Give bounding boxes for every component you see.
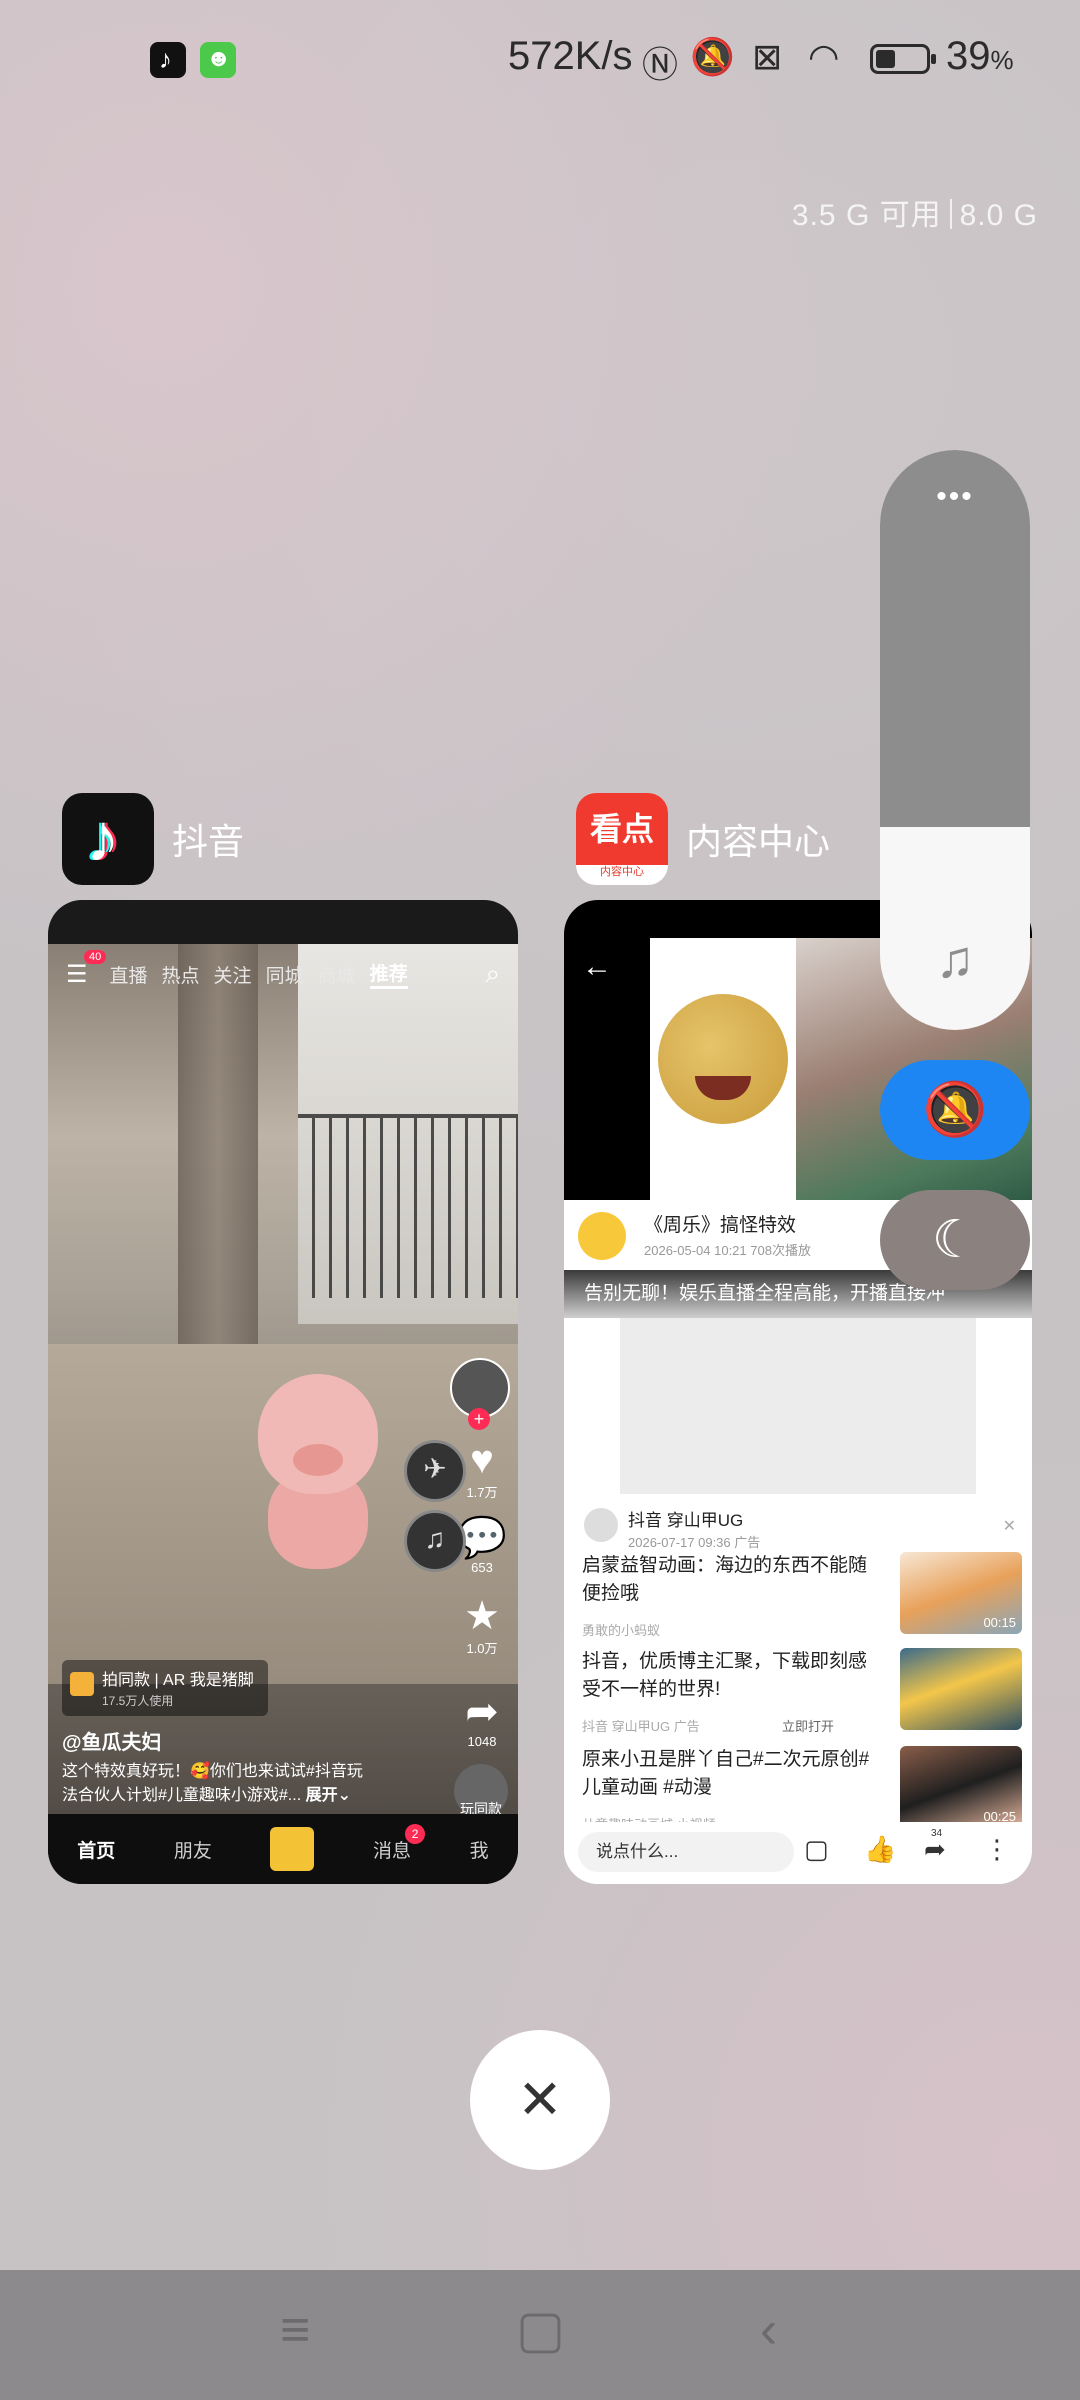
channel-avatar[interactable]	[578, 1212, 626, 1260]
favorite-button[interactable]: ★ 1.0万	[454, 1594, 510, 1664]
ad-avatar	[584, 1508, 618, 1542]
video-caption: 这个特效真好玩！🥰你们也来试试#抖音玩 法合伙人计划#儿童趣味小游戏#... 展…	[62, 1763, 363, 1804]
nav-friends[interactable]: 朋友	[174, 1836, 212, 1863]
list-item[interactable]: 启蒙益智动画：海边的东西不能随便捡哦 勇敢的小蚂蚁 00:15	[582, 1552, 1022, 1642]
douyin-logo-icon	[62, 793, 154, 885]
memory-info: 3.5 G 可用 8.0 G	[791, 199, 1038, 232]
app-header-content-center[interactable]: 看点 内容中心 内容中心	[576, 792, 830, 886]
share-button[interactable]: ➦ 1048	[454, 1690, 510, 1760]
nav-me[interactable]: 我	[470, 1836, 489, 1863]
more-icon[interactable]: ⋮	[984, 1834, 1010, 1865]
thumbnail	[900, 1648, 1022, 1730]
top-tabs: ☰ 40 直播 热点 关注 同城 商城 推荐 ⌕	[48, 944, 518, 1004]
thumbnail: 00:25	[900, 1746, 1022, 1828]
share-icon: ➦	[465, 1690, 499, 1734]
creator-avatar[interactable]	[450, 1358, 510, 1430]
recent-app-card-content-center[interactable]: ← 《周乐》搞怪特效 2026-05-04 10:21 708次播放 告别无聊！…	[564, 900, 1032, 1884]
close-icon[interactable]: ✕	[1003, 1516, 1016, 1536]
ad-source: 抖音 穿山甲UG 2026-07-17 09:36 广告 ✕	[584, 1504, 1024, 1554]
clear-all-button[interactable]: ✕	[470, 2030, 610, 2170]
tab-follow[interactable]: 关注	[214, 961, 252, 988]
list-item[interactable]: 抖音，优质博主汇聚，下载即刻感受不一样的世界! 抖音 穿山甲UG 广告 立即打开	[582, 1648, 1022, 1738]
thumbnail: 00:15	[900, 1552, 1022, 1634]
network-speed: 572K/s	[508, 34, 633, 78]
app-notification-icon	[200, 42, 236, 78]
recent-app-card-douyin[interactable]: ☰40 直播 热点 关注 同城 商城 推荐 ⌕ ♥1.7万 💬653 ★1.0万…	[48, 900, 518, 1884]
bottom-nav: 首页 朋友 消息 2 我	[48, 1814, 518, 1884]
bell-off-icon: 🔕	[922, 1081, 988, 1139]
music-note-icon: ♫	[935, 931, 975, 989]
star-icon: ★	[464, 1594, 500, 1638]
nav-home[interactable]: 首页	[77, 1836, 115, 1863]
effect-icon[interactable]: ✈	[404, 1440, 466, 1502]
app-name: 抖音	[172, 821, 245, 862]
close-icon: ✕	[517, 2070, 563, 2130]
nav-messages[interactable]: 消息 2	[373, 1823, 426, 1863]
no-sim-icon: ⊠	[752, 36, 783, 77]
play-same-button[interactable]: 玩同款	[454, 1764, 508, 1818]
battery-icon	[870, 44, 936, 74]
comment-icon[interactable]: ▢	[804, 1834, 829, 1865]
kandian-logo-icon: 看点 内容中心	[576, 793, 668, 885]
username[interactable]: @鱼瓜夫妇	[62, 1726, 162, 1755]
share-icon[interactable]: ➦	[924, 1834, 946, 1865]
battery-percent: 39%	[946, 34, 1014, 78]
create-button[interactable]	[270, 1827, 315, 1871]
effect-tag-icon	[70, 1672, 94, 1696]
ar-effect-tag[interactable]: 拍同款 | AR 我是猪脚 17.5万人使用	[62, 1660, 268, 1716]
comment-input[interactable]: 说点什么...	[578, 1832, 794, 1872]
open-app-button[interactable]: 立即打开	[782, 1716, 834, 1735]
nfc-icon: Ⓝ	[642, 44, 679, 85]
wifi-icon: ◠	[808, 36, 840, 77]
home-icon[interactable]: ▢	[516, 2300, 565, 2360]
app-header-douyin[interactable]: 抖音	[62, 792, 244, 886]
tab-hot[interactable]: 热点	[162, 961, 200, 988]
video-frame-cookie	[650, 938, 796, 1200]
tab-local[interactable]: 同城	[266, 961, 304, 988]
app-name: 内容中心	[686, 821, 831, 862]
ad-image[interactable]	[620, 1318, 976, 1494]
douyin-notification-icon	[150, 42, 186, 78]
status-bar: 572K/s Ⓝ 🔕 ⊠ ◠ 39%	[0, 0, 1080, 120]
volume-slider[interactable]: ••• ♫	[880, 450, 1030, 1030]
system-nav-bar: ≡ ▢ ‹	[0, 2270, 1080, 2400]
menu-icon[interactable]: ☰ 40	[66, 949, 107, 989]
tab-live[interactable]: 直播	[110, 961, 148, 988]
dance-icon[interactable]: ♫	[404, 1510, 466, 1572]
moon-icon: ☾	[931, 1211, 979, 1269]
search-icon[interactable]: ⌕	[485, 958, 500, 990]
comment-bar: 说点什么... ▢ 👍 34 ➦ ⋮	[564, 1822, 1032, 1884]
silent-toggle[interactable]: 🔕	[880, 1060, 1030, 1160]
do-not-disturb-toggle[interactable]: ☾	[880, 1190, 1030, 1290]
more-dots-icon[interactable]: •••	[880, 480, 1030, 514]
expand-link[interactable]: 展开	[306, 1787, 338, 1804]
mute-icon: 🔕	[690, 36, 735, 77]
menu-icon[interactable]: ≡	[280, 2300, 310, 2360]
tab-mall[interactable]: 商城	[318, 961, 356, 988]
pig-ar-effect	[248, 1374, 388, 1574]
back-icon[interactable]: ‹	[760, 2300, 777, 2360]
tab-recommend[interactable]: 推荐	[369, 959, 408, 989]
thumbs-up-icon[interactable]: 👍	[864, 1834, 896, 1865]
back-arrow-icon[interactable]: ←	[582, 950, 612, 984]
